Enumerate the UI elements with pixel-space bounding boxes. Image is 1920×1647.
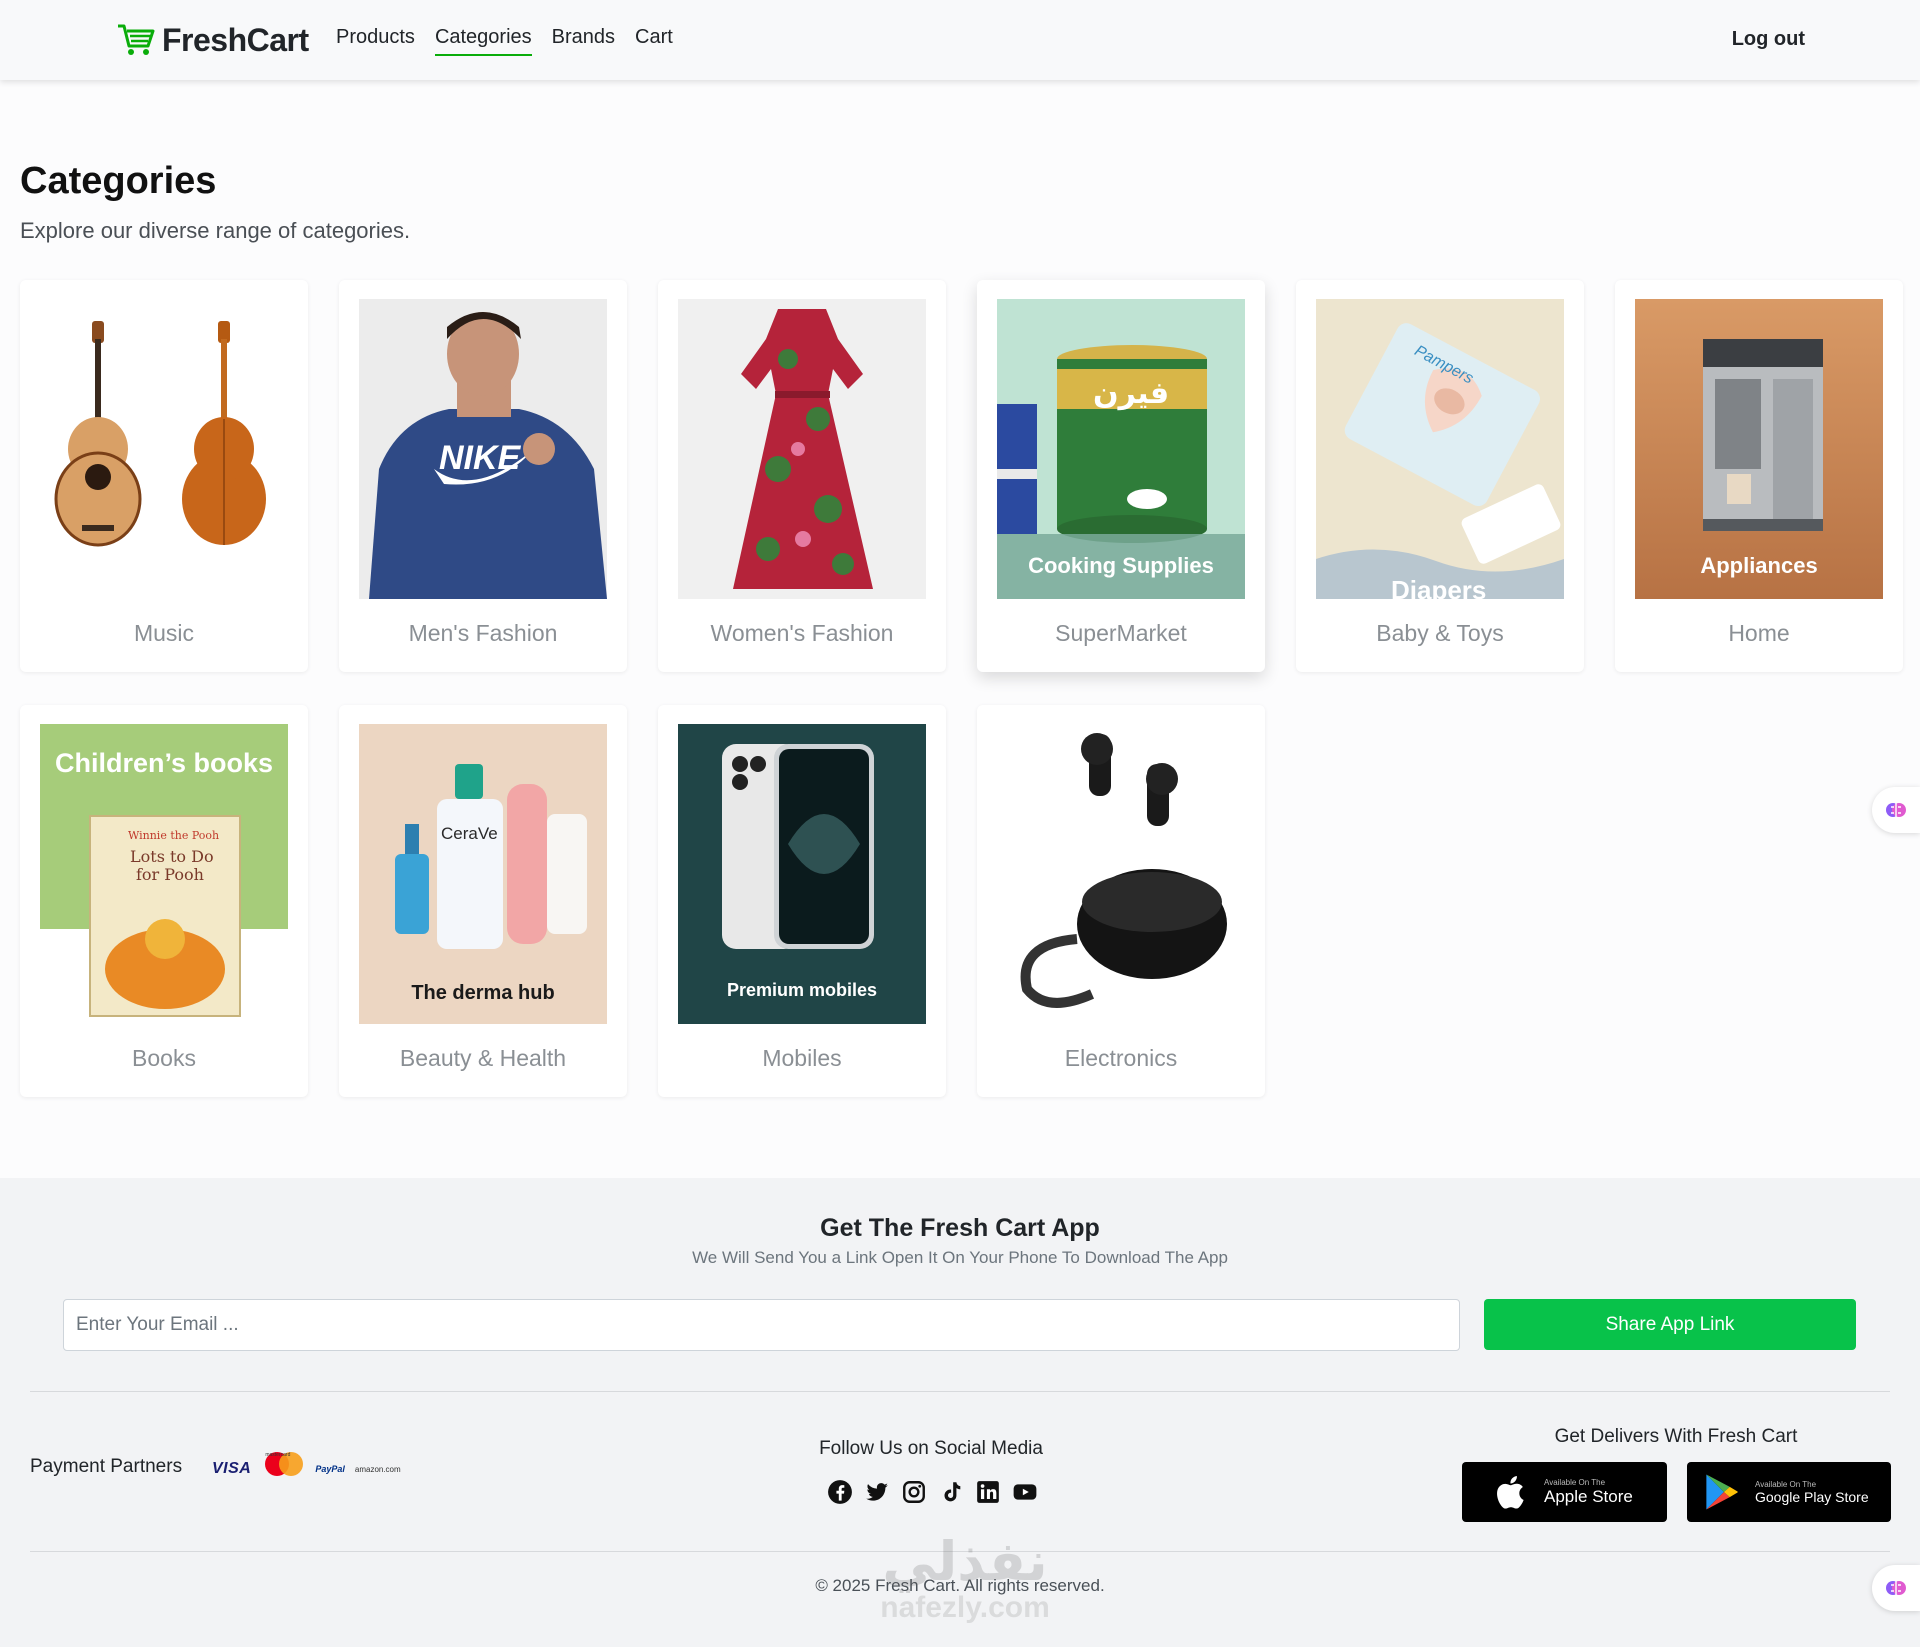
facebook-icon[interactable]	[826, 1478, 853, 1505]
brand-logo[interactable]: FreshCart	[116, 20, 309, 60]
category-card-mobiles[interactable]: Premium mobiles Mobiles	[658, 705, 946, 1097]
diapers-image: Pampers Diapers	[1316, 299, 1564, 599]
apple-store-button[interactable]: Available On The Apple Store	[1462, 1462, 1667, 1522]
svg-text:for Pooh: for Pooh	[136, 865, 204, 884]
dress-image	[678, 299, 926, 599]
guitar-image	[40, 299, 288, 599]
copyright-text: © 2025 Fresh Cart. All rights reserved.	[815, 1576, 1105, 1595]
category-name: Baby & Toys	[1376, 620, 1504, 646]
category-card-womens-fashion[interactable]: Women's Fashion	[658, 280, 946, 672]
category-card-supermarket[interactable]: فيرن Cooking Supplies SuperMarket	[977, 280, 1265, 672]
youtube-icon[interactable]	[1011, 1478, 1038, 1505]
google-play-label: Google Play Store	[1755, 1488, 1869, 1505]
amazon-logo: amazon.com	[354, 1464, 401, 1474]
category-card-beauty-health[interactable]: CeraVe The derma hub Beauty & Health	[339, 705, 627, 1097]
divider	[30, 1391, 1890, 1392]
category-name: SuperMarket	[1055, 620, 1187, 646]
instagram-icon[interactable]	[900, 1478, 927, 1505]
google-play-icon	[1706, 1474, 1738, 1510]
logout-link[interactable]: Log out	[1732, 28, 1805, 51]
category-name: Electronics	[1064, 1045, 1178, 1071]
category-image	[40, 299, 288, 599]
category-name: Beauty & Health	[399, 1045, 567, 1071]
page-subtitle: Explore our diverse range of categories.	[20, 218, 411, 243]
category-name: Home	[1728, 620, 1790, 646]
mobile-phone-image	[678, 724, 926, 1024]
tiktok-icon[interactable]	[937, 1478, 964, 1505]
category-name: Mobiles	[762, 1045, 842, 1071]
svg-text:CeraVe: CeraVe	[441, 824, 498, 843]
category-card-books[interactable]: Winnie the Pooh Lots to Do for Pooh Chil…	[20, 705, 308, 1097]
mens-hoodie-image: NIKE	[359, 299, 607, 599]
category-image: Pampers Diapers	[1316, 299, 1564, 599]
category-name: Women's Fashion	[710, 620, 894, 646]
category-image	[997, 724, 1245, 1024]
category-card-home[interactable]: Appliances Home	[1615, 280, 1903, 672]
cart-icon	[118, 24, 155, 55]
category-image: Premium mobiles	[678, 724, 926, 1024]
skincare-image: CeraVe	[359, 724, 607, 1024]
visa-logo: VISA	[212, 1460, 252, 1477]
apple-store-label: Apple Store	[1544, 1486, 1633, 1506]
category-card-music[interactable]: Music	[20, 280, 308, 672]
brand-name: FreshCart	[162, 21, 309, 58]
twitter-icon[interactable]	[863, 1478, 890, 1505]
svg-text:NIKE: NIKE	[439, 439, 522, 477]
email-field[interactable]	[63, 1299, 1460, 1351]
share-app-link-button[interactable]: Share App Link	[1484, 1299, 1856, 1350]
svg-text:فيرن: فيرن	[1093, 376, 1169, 411]
category-card-baby-toys[interactable]: Pampers Diapers Baby & Toys	[1296, 280, 1584, 672]
nav-link-cart[interactable]: Cart	[635, 26, 673, 56]
social-icons	[826, 1478, 1038, 1505]
earbuds-image	[997, 724, 1245, 1024]
svg-text:Diapers: Diapers	[1391, 575, 1486, 599]
linkedin-icon[interactable]	[974, 1478, 1001, 1505]
category-name: Music	[133, 620, 195, 646]
brain-icon	[1886, 803, 1906, 817]
category-card-mens-fashion[interactable]: NIKE Men's Fashion	[339, 280, 627, 672]
category-card-electronics[interactable]: Electronics	[977, 705, 1265, 1097]
assistant-bubble[interactable]	[1872, 1565, 1920, 1611]
category-image-caption: Appliances	[1700, 553, 1818, 578]
footer: Get The Fresh Cart App We Will Send You …	[0, 1178, 1920, 1647]
apple-icon	[1497, 1475, 1524, 1509]
brain-icon	[1886, 1581, 1906, 1595]
google-play-button[interactable]: Available On The Google Play Store	[1687, 1462, 1891, 1522]
category-image-caption: Cooking Supplies	[1028, 553, 1214, 578]
deliver-label: Get Delivers With Fresh Cart	[1554, 1426, 1798, 1447]
navbar: FreshCart Products Categories Brands Car…	[0, 0, 1920, 80]
assistant-bubble[interactable]	[1872, 787, 1920, 833]
nav-links: Products Categories Brands Cart	[336, 26, 673, 56]
nav-link-categories[interactable]: Categories	[434, 26, 532, 56]
page-title: Categories	[20, 160, 217, 202]
category-image: فيرن Cooking Supplies	[997, 299, 1245, 599]
category-image-caption: Premium mobiles	[726, 980, 878, 1000]
apple-store-small-text: Available On The	[1544, 1477, 1606, 1487]
category-name: Men's Fashion	[408, 620, 558, 646]
category-image: Appliances	[1635, 299, 1883, 599]
app-promo-title: Get The Fresh Cart App	[820, 1214, 1100, 1242]
svg-text:Winnie the Pooh: Winnie the Pooh	[128, 829, 219, 842]
category-image: NIKE	[359, 299, 607, 599]
divider	[30, 1551, 1890, 1552]
category-image	[678, 299, 926, 599]
category-image-caption: Children’s books	[54, 748, 274, 778]
nav-link-products[interactable]: Products	[336, 26, 415, 56]
category-image: Winnie the Pooh Lots to Do for Pooh Chil…	[40, 724, 288, 1024]
svg-text:Lots to Do: Lots to Do	[130, 847, 214, 866]
category-name: Books	[132, 1045, 196, 1071]
paypal-logo: PayPal	[315, 1464, 345, 1474]
category-image: CeraVe The derma hub	[359, 724, 607, 1024]
google-play-small-text: Available On The	[1755, 1479, 1817, 1489]
nav-link-brands[interactable]: Brands	[552, 26, 615, 56]
app-promo-subtitle: We Will Send You a Link Open It On Your …	[692, 1248, 1228, 1267]
category-image-caption: The derma hub	[411, 982, 555, 1004]
